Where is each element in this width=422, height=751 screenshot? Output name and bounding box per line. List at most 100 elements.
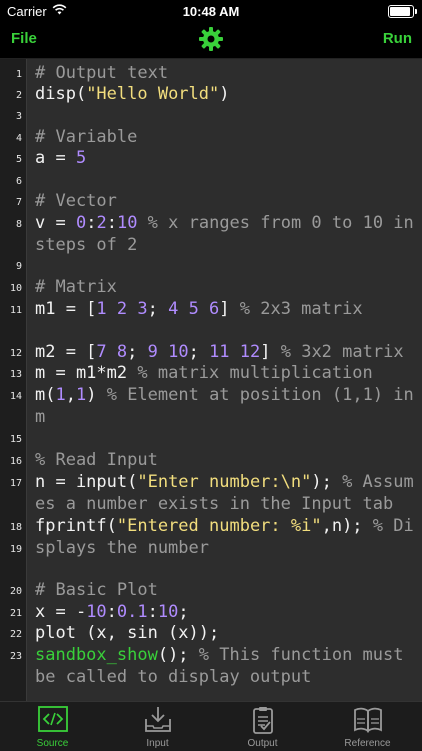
code-token: ; — [127, 342, 148, 362]
line-number: 12 — [9, 348, 22, 359]
code-token: ) — [86, 385, 97, 405]
line-number: 22 — [9, 629, 22, 640]
code-token: "Entered number: %i" — [116, 516, 322, 536]
code-token: ); — [311, 472, 332, 492]
code-token: # Variable — [35, 127, 138, 147]
code-editor[interactable]: 1 # Output text 2 disp("Hello World") 3 4 # Va… — [0, 59, 422, 701]
line-number: 2 — [15, 90, 22, 101]
code-token: % 3x2 matrix — [270, 342, 404, 362]
clock: 10:48 AM — [182, 4, 240, 19]
line-number: 8 — [15, 219, 22, 230]
code-token: : — [106, 213, 117, 233]
tab-reference[interactable]: Reference — [315, 702, 420, 751]
code-token: 10 — [86, 602, 107, 622]
code-token: 10 — [116, 213, 138, 233]
code-token: , — [65, 385, 76, 405]
code-text: % Read Input — [35, 450, 417, 472]
code-token: n = input( — [35, 472, 138, 492]
book-icon — [354, 707, 382, 733]
clipboard-icon — [253, 707, 273, 734]
code-token: % matrix multiplication — [127, 363, 373, 383]
code-icon — [38, 706, 68, 732]
code-text: n = input("Enter number:\n"); % Assumes … — [35, 472, 417, 515]
code-token: m = m1*m2 — [35, 363, 128, 383]
line-number: 6 — [15, 176, 22, 187]
code-text: v = 0:2:10 % x ranges from 0 to 10 in st… — [35, 213, 417, 256]
code-token: 0.1 — [116, 602, 148, 622]
code-token: ] — [260, 342, 271, 362]
line-number: 1 — [15, 69, 22, 80]
line-number: 7 — [15, 197, 22, 208]
download-tray-icon — [145, 707, 171, 732]
tab-input-label: Input — [146, 738, 169, 749]
code-token: ] — [219, 299, 230, 319]
code-token: # Vector — [35, 191, 117, 211]
code-token: m2 = [ — [35, 342, 97, 362]
code-token: 0 — [75, 213, 87, 233]
code-token: 11 12 — [209, 342, 261, 362]
code-token: : — [147, 602, 158, 622]
line-number: 11 — [9, 305, 22, 316]
line-number: 13 — [9, 369, 22, 380]
tab-reference-label: Reference — [344, 738, 391, 749]
code-token: : — [106, 602, 117, 622]
line-number: 17 — [9, 478, 22, 489]
code-token: : — [86, 213, 97, 233]
tab-output[interactable]: Output — [210, 702, 315, 751]
code-token: sandbox_show — [35, 645, 158, 665]
code-token: "Enter number:\n" — [137, 472, 312, 492]
line-number: 4 — [15, 133, 22, 144]
code-token: 5 — [75, 148, 87, 168]
tab-output-label: Output — [247, 738, 278, 749]
code-text: # Vector — [35, 191, 417, 213]
code-token: 7 8 — [96, 342, 128, 362]
line-number: 21 — [9, 608, 22, 619]
line-number: 16 — [9, 456, 22, 467]
run-button[interactable]: Run — [383, 30, 412, 47]
code-text: plot (x, sin (x)); — [35, 623, 417, 645]
battery-icon — [388, 5, 417, 18]
line-number: 20 — [9, 586, 22, 597]
tab-source-label: Source — [36, 738, 69, 749]
code-token: "Hello World" — [86, 84, 220, 104]
status-bar: Carrier 10:48 AM — [0, 0, 422, 22]
code-token: 1 — [75, 385, 87, 405]
line-number: 18 — [9, 522, 22, 533]
code-token: 1 2 3 — [96, 299, 148, 319]
code-token: 4 5 6 — [168, 299, 220, 319]
code-text: a = 5 — [35, 148, 417, 170]
code-token: % 2x3 matrix — [229, 299, 363, 319]
code-text: # Matrix — [35, 277, 417, 299]
tab-source[interactable]: Source — [0, 702, 105, 751]
code-token: ; — [178, 602, 189, 622]
code-token: # Output text — [35, 63, 169, 83]
code-token: x = - — [35, 602, 87, 622]
line-number: 5 — [15, 154, 22, 165]
code-token: 9 10 — [147, 342, 189, 362]
line-number: 10 — [9, 283, 22, 294]
code-text: # Output text — [35, 63, 417, 85]
line-number: 3 — [15, 111, 22, 122]
line-number: 15 — [9, 434, 22, 445]
code-token: ; — [147, 299, 169, 319]
code-token: plot (x, sin (x)); — [35, 623, 220, 643]
top-navigation-bar: File Run — [0, 22, 422, 59]
code-text: m = m1*m2 % matrix multiplication — [35, 363, 417, 385]
tab-bar: Source Input Output Reference — [0, 701, 422, 751]
code-text: m1 = [1 2 3; 4 5 6] % 2x3 matrix — [35, 299, 417, 321]
code-token: % Read Input — [35, 450, 158, 470]
code-token: ) — [219, 84, 230, 104]
file-button[interactable]: File — [11, 30, 37, 47]
gear-icon[interactable] — [198, 26, 224, 52]
code-token: m( — [35, 385, 56, 405]
code-text: m2 = [7 8; 9 10; 11 12] % 3x2 matrix — [35, 342, 417, 364]
code-token: # Basic Plot — [35, 580, 158, 600]
code-text: x = -10:0.1:10; — [35, 602, 417, 624]
code-token: 10 — [157, 602, 179, 622]
code-token: ; — [188, 342, 210, 362]
tab-input[interactable]: Input — [105, 702, 210, 751]
code-text: # Variable — [35, 127, 417, 149]
code-text: disp("Hello World") — [35, 84, 417, 106]
line-number: 23 — [9, 651, 22, 662]
code-token: ,n); — [321, 516, 363, 536]
